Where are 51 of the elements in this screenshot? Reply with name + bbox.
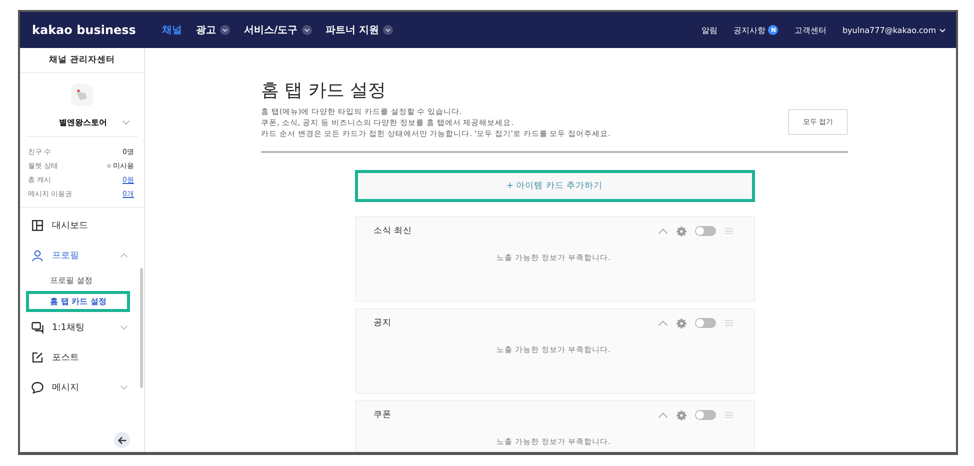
page-title: 홈 탭 카드 설정 — [261, 79, 388, 102]
settings-icon[interactable] — [676, 226, 686, 236]
card-title: 공지 — [374, 317, 392, 329]
chevron-up-icon[interactable] — [658, 319, 668, 327]
chevron-up-icon[interactable] — [658, 227, 668, 235]
arrow-left-icon — [116, 434, 128, 446]
status-dot — [107, 164, 111, 168]
chevron-down-icon[interactable] — [122, 120, 130, 125]
dropdown-icon — [220, 25, 230, 35]
settings-icon[interactable] — [676, 410, 686, 420]
sidebar-menu-item[interactable]: 메시지 — [20, 372, 138, 402]
settings-icon[interactable] — [676, 318, 686, 328]
chevron-up-icon — [120, 252, 128, 258]
add-item-card-button[interactable]: + 아이템 카드 추가하기 — [354, 170, 754, 202]
caret-icon — [939, 28, 946, 32]
sidebar-menu-item[interactable]: 1:1채팅 — [20, 312, 138, 342]
chat-icon — [31, 320, 44, 334]
drag-handle-icon[interactable] — [724, 411, 734, 419]
sidebar-submenu-item[interactable]: 홈 탭 카드 설정 — [26, 291, 130, 312]
chevron-down-icon — [120, 324, 128, 330]
dropdown-icon — [302, 25, 312, 35]
person-icon — [31, 248, 44, 262]
drag-handle-icon[interactable] — [724, 227, 734, 235]
chevron-up-icon[interactable] — [658, 411, 668, 419]
edit-icon — [31, 350, 44, 364]
toggle-switch[interactable] — [694, 410, 716, 420]
logo[interactable]: kakao business — [32, 23, 136, 37]
sidebar-submenu-item[interactable]: 프로필 설정 — [20, 270, 138, 291]
drag-handle-icon[interactable] — [724, 319, 734, 327]
layout-icon — [31, 218, 44, 232]
collapse-sidebar-button[interactable] — [114, 432, 130, 448]
sidebar-menu-item[interactable]: 프로필 — [20, 240, 138, 270]
header-link[interactable]: 고객센터 — [794, 24, 826, 36]
nav-menu-item[interactable]: 파트너 지원 — [326, 23, 394, 37]
toggle-switch[interactable] — [694, 318, 716, 328]
toggle-switch[interactable] — [694, 226, 716, 236]
channel-name: 별엔왕스토어 — [58, 117, 108, 128]
nav-menu-item[interactable]: 채널 — [162, 23, 182, 37]
dropdown-icon — [383, 25, 394, 35]
channel-avatar-icon — [70, 83, 94, 107]
sidebar-title: 채널 관리자센터 — [20, 48, 144, 73]
card-title: 쿠폰 — [374, 409, 392, 421]
chevron-down-icon — [120, 384, 128, 390]
speech-bubble-icon — [31, 380, 44, 394]
nav-menu-item[interactable]: 서비스/도구 — [244, 23, 312, 37]
account-menu[interactable]: byulna777@kakao.com — [842, 26, 946, 34]
header-link[interactable]: 알림 — [701, 24, 718, 36]
sidebar-menu-item[interactable]: 포스트 — [20, 342, 138, 372]
sidebar-menu-item[interactable]: 대시보드 — [20, 210, 138, 240]
nav-menu-item[interactable]: 광고 — [196, 23, 230, 37]
card-title: 소식 최신 — [374, 225, 412, 237]
